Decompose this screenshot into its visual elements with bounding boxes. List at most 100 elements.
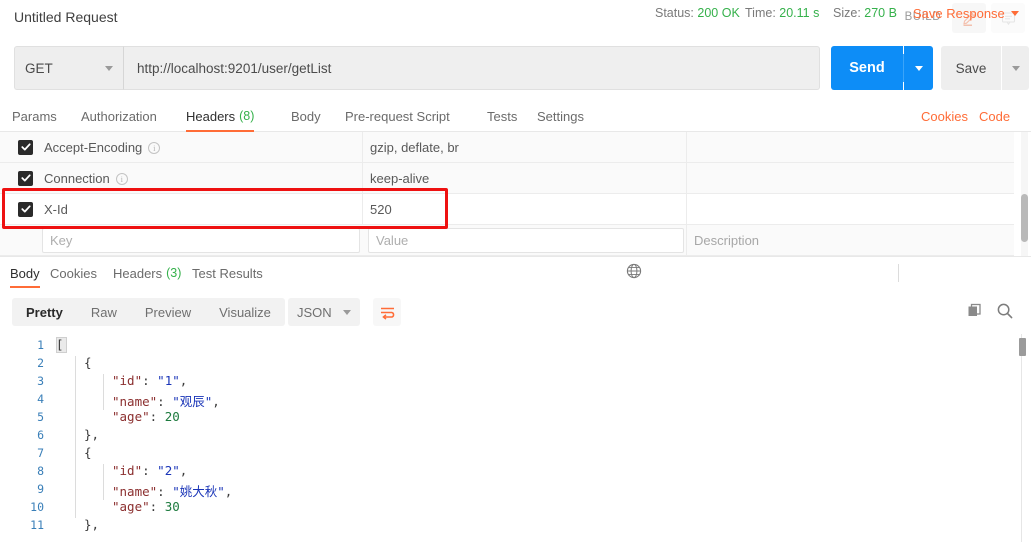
response-body-scrollbar[interactable] (1019, 334, 1026, 542)
response-format-select[interactable]: JSON (288, 298, 360, 326)
response-tab-headers[interactable]: Headers (3) (113, 258, 181, 288)
header-value-cell[interactable]: 520 (370, 194, 670, 225)
code-token: "姚大秋" (172, 484, 225, 499)
tab-body[interactable]: Body (291, 100, 321, 132)
search-glyph (996, 302, 1014, 320)
size-label: Size: (833, 6, 861, 20)
code-line: "age": 20 (112, 409, 180, 424)
code-token: }, (84, 427, 99, 442)
code-token: , (180, 373, 188, 388)
response-tabs: Body Cookies Headers (3) Test Results (0, 258, 1031, 288)
header-key-cell[interactable]: Accept-Encoding i (44, 132, 344, 163)
copy-icon[interactable] (966, 302, 984, 323)
size-badge: Size: 270 B (833, 6, 897, 20)
wrap-lines-icon[interactable] (373, 298, 401, 326)
time-value: 20.11 s (779, 6, 819, 20)
new-value-placeholder: Value (376, 225, 676, 256)
table-row[interactable]: X-Id 520 (0, 194, 1014, 225)
code-token: "1" (157, 373, 180, 388)
headers-table-scrollbar[interactable] (1021, 132, 1028, 256)
chevron-down-icon (105, 66, 113, 71)
tab-count: (3) (166, 266, 181, 280)
response-tab-body[interactable]: Body (10, 258, 40, 288)
table-row-new[interactable]: Key Value Description (0, 225, 1014, 256)
tab-headers[interactable]: Headers (8) (186, 100, 254, 132)
code-token: , (180, 463, 188, 478)
code-line: "id": "1", (112, 373, 187, 388)
line-number: 8 (0, 464, 44, 478)
search-icon[interactable] (996, 302, 1014, 323)
scrollbar-thumb[interactable] (1019, 338, 1026, 356)
size-value: 270 B (864, 6, 897, 20)
row-checkbox[interactable] (18, 202, 33, 217)
scrollbar-thumb[interactable] (1021, 194, 1028, 242)
view-mode-raw[interactable]: Raw (77, 305, 131, 320)
indent-guide (75, 356, 76, 518)
tab-label: Headers (186, 109, 235, 124)
response-toolbar: Pretty Raw Preview Visualize JSON (0, 296, 1031, 332)
response-tab-cookies[interactable]: Cookies (50, 258, 97, 288)
code-line: "age": 30 (112, 499, 180, 514)
header-value-cell[interactable]: gzip, deflate, br (370, 132, 670, 163)
info-icon[interactable]: i (116, 173, 128, 185)
code-token: : (157, 484, 172, 499)
code-token: "id" (112, 373, 142, 388)
table-row[interactable]: Accept-Encoding i gzip, deflate, br (0, 132, 1014, 163)
code-token: : (150, 409, 165, 424)
chevron-down-icon (915, 66, 923, 71)
header-value-cell[interactable]: keep-alive (370, 163, 670, 194)
view-mode-pretty[interactable]: Pretty (12, 305, 77, 320)
row-checkbox[interactable] (18, 171, 33, 186)
tab-label: Headers (113, 266, 162, 281)
line-number: 6 (0, 428, 44, 442)
header-key-cell[interactable]: X-Id (44, 194, 344, 225)
cookies-link[interactable]: Cookies (921, 100, 968, 132)
code-line: { (84, 445, 92, 460)
send-options-button[interactable] (904, 46, 933, 90)
code-token: : (142, 463, 157, 478)
page-title: Untitled Request (14, 9, 118, 25)
save-response-button[interactable]: Save Response (913, 6, 1019, 21)
response-body-viewer[interactable]: 1 2 3 4 5 6 7 8 9 10 11 [ { "id": "1", "nam… (0, 334, 1031, 542)
view-mode-preview[interactable]: Preview (131, 305, 205, 320)
tab-label: Body (291, 109, 321, 124)
send-button[interactable]: Send (831, 46, 903, 90)
http-method-select[interactable]: GET (14, 46, 124, 90)
header-key-text: Connection (44, 171, 110, 186)
url-input[interactable]: http://localhost:9201/user/getList (124, 46, 820, 90)
new-key-placeholder: Key (50, 225, 350, 256)
tab-params[interactable]: Params (12, 100, 57, 132)
code-token: "age" (112, 409, 150, 424)
tab-tests[interactable]: Tests (487, 100, 517, 132)
table-row[interactable]: Connection i keep-alive (0, 163, 1014, 194)
tab-settings[interactable]: Settings (537, 100, 584, 132)
code-line: "name": "观辰", (112, 391, 220, 410)
url-bar: GET http://localhost:9201/user/getList S… (0, 44, 1031, 96)
code-token: 30 (165, 499, 180, 514)
view-mode-visualize[interactable]: Visualize (205, 305, 285, 320)
time-badge: Time: 20.11 s (745, 6, 819, 20)
tab-authorization[interactable]: Authorization (81, 100, 157, 132)
tab-pre-request-script[interactable]: Pre-request Script (345, 100, 450, 132)
tab-label: Params (12, 109, 57, 124)
code-token: , (225, 484, 233, 499)
line-number-gutter: 1 2 3 4 5 6 7 8 9 10 11 (0, 334, 50, 542)
header-key-text: Accept-Encoding (44, 140, 142, 155)
status-value: 200 OK (697, 6, 739, 20)
info-icon[interactable]: i (148, 142, 160, 154)
headers-table: Accept-Encoding i gzip, deflate, br Conn… (0, 132, 1031, 256)
code-token: : (157, 394, 172, 409)
code-line: { (84, 355, 92, 370)
save-button[interactable]: Save (941, 46, 1001, 90)
row-checkbox[interactable] (18, 140, 33, 155)
code-link[interactable]: Code (979, 100, 1010, 132)
code-token: : (150, 499, 165, 514)
header-key-cell[interactable]: Connection i (44, 163, 344, 194)
code-token: [ (56, 337, 64, 352)
code-token: "观辰" (172, 394, 212, 409)
save-options-button[interactable] (1002, 46, 1029, 90)
code-line: }, (84, 517, 99, 532)
response-tab-test-results[interactable]: Test Results (192, 258, 263, 288)
new-description-placeholder[interactable]: Description (694, 225, 759, 256)
code-token: "age" (112, 499, 150, 514)
